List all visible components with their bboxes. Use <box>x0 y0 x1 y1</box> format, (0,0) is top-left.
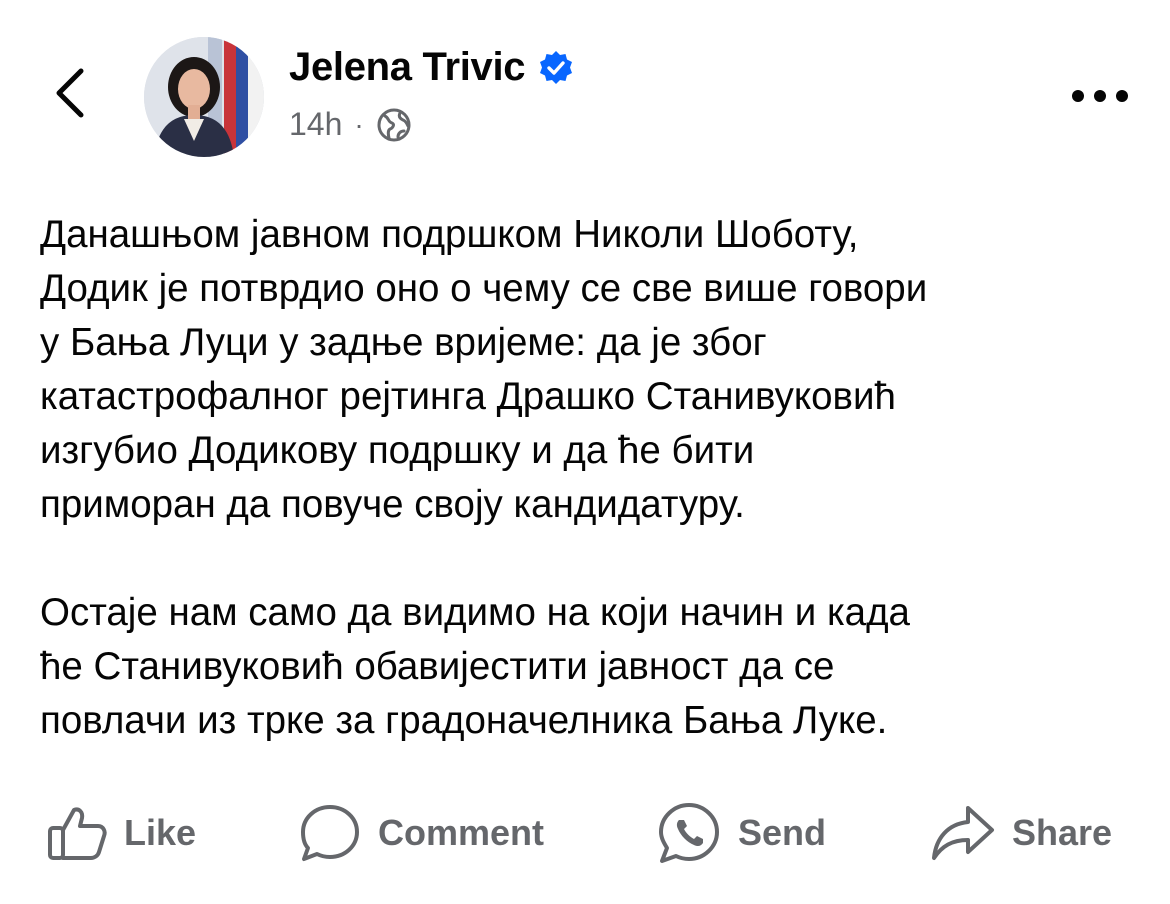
post-paragraph: Остаје нам само да видимо на који начин … <box>40 591 910 742</box>
chevron-left-icon <box>53 67 87 124</box>
more-horizontal-icon <box>1070 89 1130 108</box>
profile-photo <box>144 37 264 157</box>
post-meta: 14h · <box>289 106 412 143</box>
post-paragraph: Данашњом јавном подршком Николи Шоботу, … <box>40 213 928 526</box>
whatsapp-icon <box>656 800 722 866</box>
more-options-button[interactable] <box>1060 78 1140 118</box>
share-button[interactable]: Share <box>930 795 1112 870</box>
post-text: Данашњом јавном подршком Николи Шоботу, … <box>40 208 1140 748</box>
avatar[interactable] <box>144 37 264 157</box>
back-button[interactable] <box>40 60 100 130</box>
share-label: Share <box>1012 811 1113 853</box>
verified-badge-icon <box>537 49 575 87</box>
author-name[interactable]: Jelena Trivic <box>289 45 526 90</box>
like-button[interactable]: Like <box>46 795 196 870</box>
comment-button[interactable]: Comment <box>298 795 544 870</box>
thumbs-up-icon <box>46 802 108 864</box>
meta-separator: · <box>354 108 364 140</box>
globe-icon[interactable] <box>376 107 412 143</box>
share-arrow-icon <box>930 802 996 864</box>
like-label: Like <box>124 811 197 853</box>
send-label: Send <box>738 811 827 853</box>
post-action-bar: Like Comment Send Share <box>0 795 1170 870</box>
author-row: Jelena Trivic <box>289 45 575 90</box>
comment-label: Comment <box>378 811 545 853</box>
post-timestamp[interactable]: 14h <box>289 106 342 143</box>
comment-bubble-icon <box>298 801 362 865</box>
send-button[interactable]: Send <box>656 795 826 870</box>
